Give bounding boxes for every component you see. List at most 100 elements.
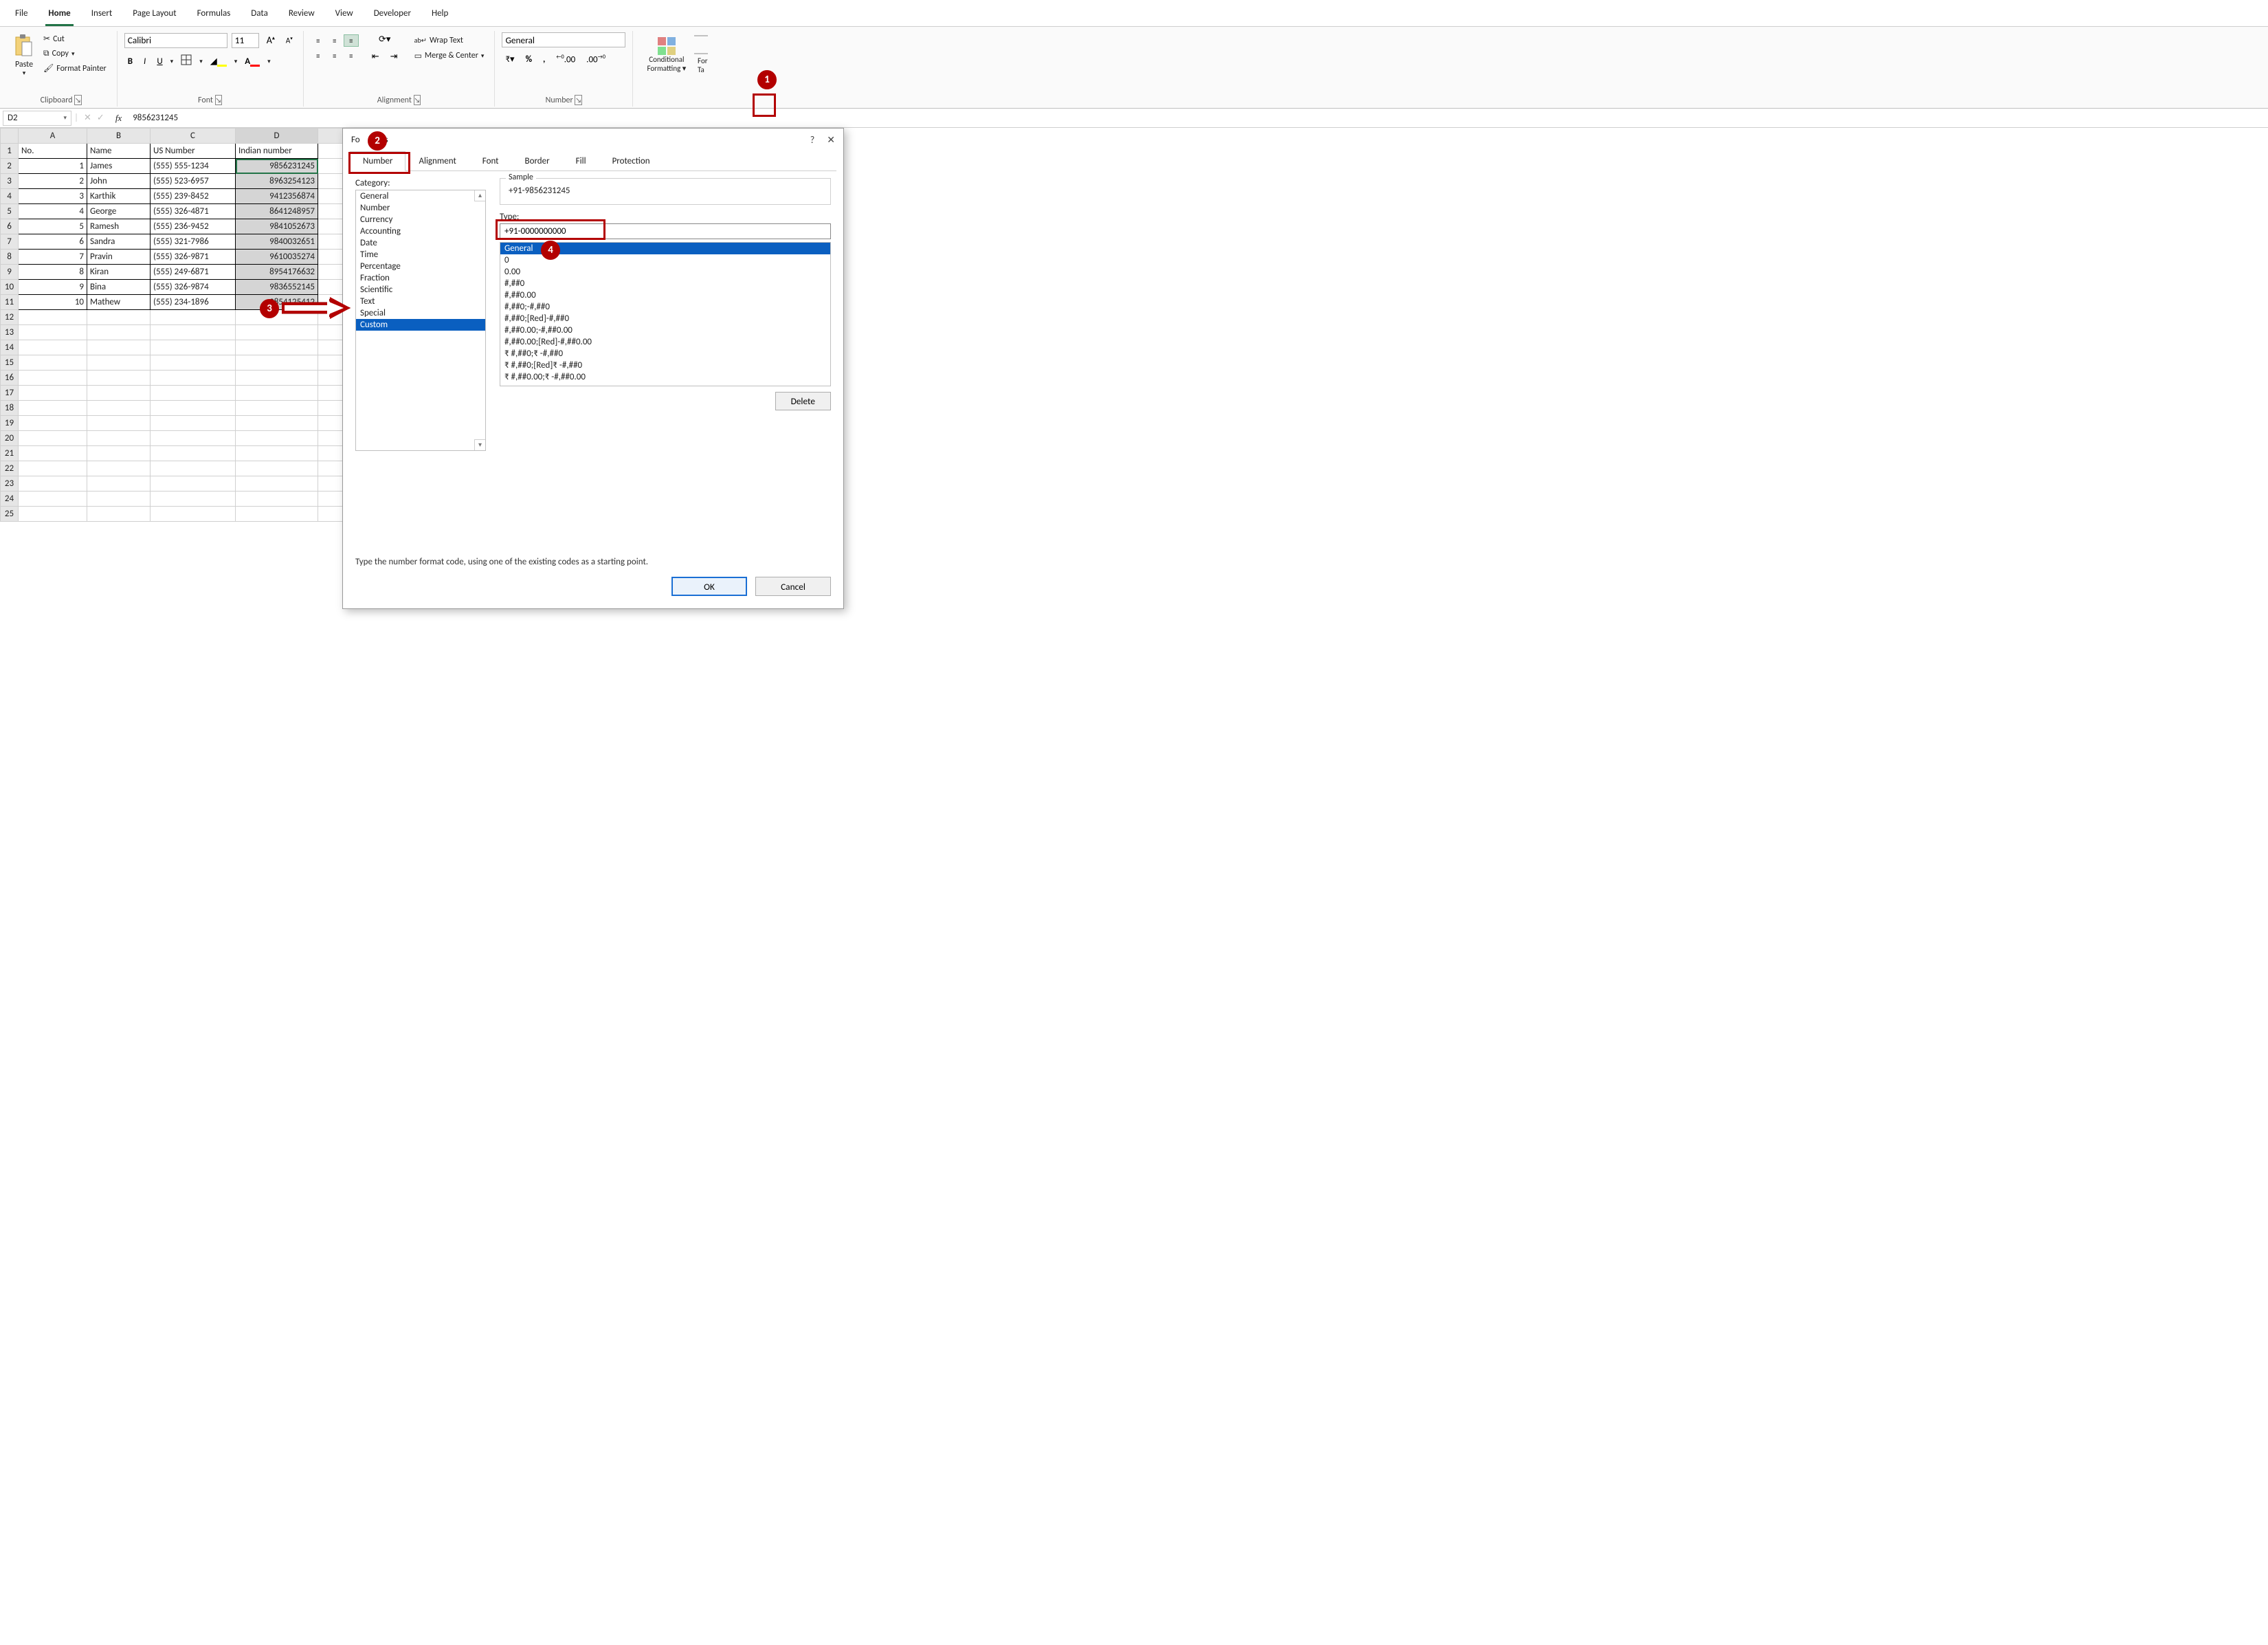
cell[interactable] bbox=[151, 476, 236, 492]
format-as-table-button[interactable]: ForTa bbox=[694, 32, 708, 74]
cell[interactable]: 4 bbox=[19, 204, 87, 219]
name-box[interactable]: D2▾ bbox=[3, 111, 71, 126]
cell[interactable]: 2 bbox=[19, 174, 87, 189]
category-item-text[interactable]: Text bbox=[356, 296, 485, 307]
decrease-indent-button[interactable]: ⇤ bbox=[368, 49, 383, 64]
cell[interactable]: 1 bbox=[19, 159, 87, 174]
dialog-tab-protection[interactable]: Protection bbox=[599, 151, 663, 170]
select-all-cell[interactable] bbox=[1, 129, 19, 144]
col-header-A[interactable]: A bbox=[19, 129, 87, 144]
dialog-tab-alignment[interactable]: Alignment bbox=[405, 151, 469, 170]
help-icon[interactable]: ? bbox=[810, 134, 815, 146]
cell[interactable]: 3 bbox=[19, 189, 87, 204]
row-header[interactable]: 17 bbox=[1, 386, 19, 401]
cell[interactable] bbox=[19, 310, 87, 325]
row-header[interactable]: 16 bbox=[1, 371, 19, 386]
cell[interactable]: 9856231245 bbox=[236, 159, 318, 174]
cell[interactable] bbox=[87, 340, 151, 355]
cell[interactable]: (555) 249-6871 bbox=[151, 265, 236, 280]
format-code-item[interactable]: #,##0.00 bbox=[500, 289, 830, 301]
col-header-C[interactable]: C bbox=[151, 129, 236, 144]
copy-button[interactable]: ⧉Copy▾ bbox=[40, 47, 110, 60]
cell[interactable]: 8641248957 bbox=[236, 204, 318, 219]
format-painter-button[interactable]: 🖌Format Painter bbox=[40, 62, 110, 75]
cell[interactable] bbox=[87, 461, 151, 476]
cell[interactable] bbox=[87, 325, 151, 340]
cell[interactable] bbox=[236, 492, 318, 507]
row-header[interactable]: 8 bbox=[1, 250, 19, 265]
cell[interactable] bbox=[151, 310, 236, 325]
cancel-entry-icon[interactable]: ✕ bbox=[84, 113, 91, 123]
cell[interactable] bbox=[19, 416, 87, 431]
increase-decimal-button[interactable]: ←0.00 bbox=[553, 52, 579, 67]
cell[interactable] bbox=[87, 416, 151, 431]
ribbon-tab-file[interactable]: File bbox=[12, 4, 30, 26]
cell[interactable] bbox=[19, 476, 87, 492]
cell[interactable]: George bbox=[87, 204, 151, 219]
ribbon-tab-review[interactable]: Review bbox=[286, 4, 318, 26]
cell[interactable] bbox=[19, 507, 87, 522]
ribbon-tab-view[interactable]: View bbox=[333, 4, 356, 26]
cell[interactable]: 9840032651 bbox=[236, 234, 318, 250]
fill-color-button[interactable]: ◢ bbox=[207, 54, 230, 69]
ribbon-tab-data[interactable]: Data bbox=[248, 4, 271, 26]
category-item-scientific[interactable]: Scientific bbox=[356, 284, 485, 296]
cell[interactable]: John bbox=[87, 174, 151, 189]
merge-center-button[interactable]: ▭Merge & Center▾ bbox=[411, 49, 488, 63]
row-header[interactable]: 18 bbox=[1, 401, 19, 416]
category-item-time[interactable]: Time bbox=[356, 249, 485, 261]
cell[interactable] bbox=[236, 461, 318, 476]
decrease-font-button[interactable]: A▾ bbox=[282, 33, 296, 47]
decrease-decimal-button[interactable]: .00→0 bbox=[583, 52, 609, 67]
category-item-percentage[interactable]: Percentage bbox=[356, 261, 485, 272]
wrap-text-button[interactable]: ab↵Wrap Text bbox=[411, 34, 488, 47]
category-item-number[interactable]: Number bbox=[356, 202, 485, 214]
cell[interactable] bbox=[19, 355, 87, 371]
dialog-tab-number[interactable]: Number bbox=[350, 151, 405, 171]
type-input[interactable] bbox=[500, 223, 831, 239]
cell[interactable] bbox=[236, 386, 318, 401]
delete-button[interactable]: Delete bbox=[775, 392, 831, 410]
cell[interactable] bbox=[151, 461, 236, 476]
bold-button[interactable]: B bbox=[124, 54, 136, 69]
orientation-button[interactable]: ⟳▾ bbox=[368, 32, 401, 47]
dialog-tab-fill[interactable]: Fill bbox=[563, 151, 599, 170]
cell[interactable]: Ramesh bbox=[87, 219, 151, 234]
row-header[interactable]: 22 bbox=[1, 461, 19, 476]
cut-button[interactable]: ✂Cut bbox=[40, 32, 110, 45]
cell[interactable]: (555) 234-1896 bbox=[151, 295, 236, 310]
number-launcher[interactable]: ↘ bbox=[575, 95, 582, 105]
cell[interactable]: 9841052673 bbox=[236, 219, 318, 234]
cell[interactable]: 10 bbox=[19, 295, 87, 310]
cell[interactable]: (555) 523-6957 bbox=[151, 174, 236, 189]
cell[interactable] bbox=[236, 416, 318, 431]
cell[interactable] bbox=[87, 355, 151, 371]
cell-header-B[interactable]: Name bbox=[87, 144, 151, 159]
dialog-tab-border[interactable]: Border bbox=[512, 151, 563, 170]
cell[interactable]: Sandra bbox=[87, 234, 151, 250]
cell[interactable]: 7 bbox=[19, 250, 87, 265]
dialog-tab-font[interactable]: Font bbox=[469, 151, 512, 170]
cell[interactable] bbox=[151, 507, 236, 522]
font-name-select[interactable] bbox=[124, 33, 227, 48]
format-code-item[interactable]: #,##0.00;[Red]-#,##0.00 bbox=[500, 336, 830, 348]
cell[interactable] bbox=[19, 340, 87, 355]
row-header[interactable]: 3 bbox=[1, 174, 19, 189]
cell[interactable]: 9836552145 bbox=[236, 280, 318, 295]
cell[interactable] bbox=[151, 416, 236, 431]
cell[interactable] bbox=[87, 476, 151, 492]
increase-indent-button[interactable]: ⇥ bbox=[387, 49, 401, 64]
font-size-select[interactable] bbox=[232, 33, 259, 48]
cell[interactable] bbox=[19, 386, 87, 401]
cell[interactable]: 9610035274 bbox=[236, 250, 318, 265]
category-item-date[interactable]: Date bbox=[356, 237, 485, 249]
cell[interactable] bbox=[87, 371, 151, 386]
conditional-formatting-button[interactable]: ConditionalFormatting ▾ bbox=[640, 34, 690, 72]
cell[interactable] bbox=[236, 325, 318, 340]
cell[interactable] bbox=[87, 310, 151, 325]
cell[interactable] bbox=[87, 401, 151, 416]
cell[interactable]: 9 bbox=[19, 280, 87, 295]
cell[interactable]: (555) 326-9874 bbox=[151, 280, 236, 295]
ribbon-tab-help[interactable]: Help bbox=[429, 4, 451, 26]
category-item-currency[interactable]: Currency bbox=[356, 214, 485, 225]
